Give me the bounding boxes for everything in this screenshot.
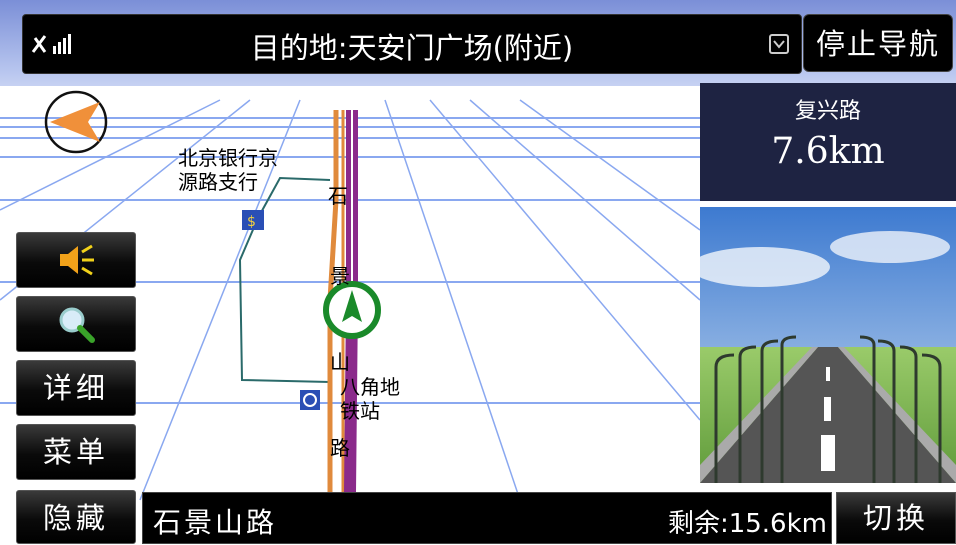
next-turn-distance: 7.6km xyxy=(771,131,885,172)
switch-button[interactable]: 切换 xyxy=(836,492,956,544)
compass-icon[interactable] xyxy=(40,90,116,156)
destination-label[interactable]: 目的地:天安门广场(附近) xyxy=(23,25,801,67)
search-button[interactable] xyxy=(16,296,136,352)
volume-button[interactable] xyxy=(16,232,136,288)
street-label-char: 路 xyxy=(330,436,350,460)
hide-button[interactable]: 隐藏 xyxy=(16,490,136,544)
remaining-distance: 剩余:15.6km xyxy=(667,509,827,539)
top-bar: 目的地:天安门广场(附近) xyxy=(22,14,802,74)
junction-view[interactable] xyxy=(700,207,956,483)
street-label-char: 石 xyxy=(328,184,348,208)
road-perspective-image xyxy=(700,207,956,483)
poi-label-bank[interactable]: 北京银行京 源路支行 xyxy=(178,146,278,194)
car-position-icon xyxy=(323,281,381,339)
dropdown-icon[interactable] xyxy=(769,34,789,54)
current-road-name: 石景山路 xyxy=(153,506,278,539)
magnifier-icon xyxy=(59,307,95,343)
stop-navigation-button[interactable]: 停止导航 xyxy=(803,14,953,72)
bottom-status-bar: 石景山路 剩余:15.6km xyxy=(142,492,832,544)
detail-button[interactable]: 详细 xyxy=(16,360,136,416)
next-road-name: 复兴路 xyxy=(794,99,861,124)
next-turn-panel: 复兴路 7.6km xyxy=(700,83,956,201)
poi-label-station[interactable]: 八角地 铁站 xyxy=(340,375,400,423)
navigation-screen: $ 北京银行京 源路支行 八角地 铁站 石 景 山 路 目的地:天安门广场(附近… xyxy=(0,0,956,544)
street-label-char: 山 xyxy=(330,350,350,374)
svg-text:$: $ xyxy=(247,214,256,230)
speaker-icon xyxy=(60,244,94,276)
street-label-char: 景 xyxy=(330,264,350,288)
menu-button[interactable]: 菜单 xyxy=(16,424,136,480)
